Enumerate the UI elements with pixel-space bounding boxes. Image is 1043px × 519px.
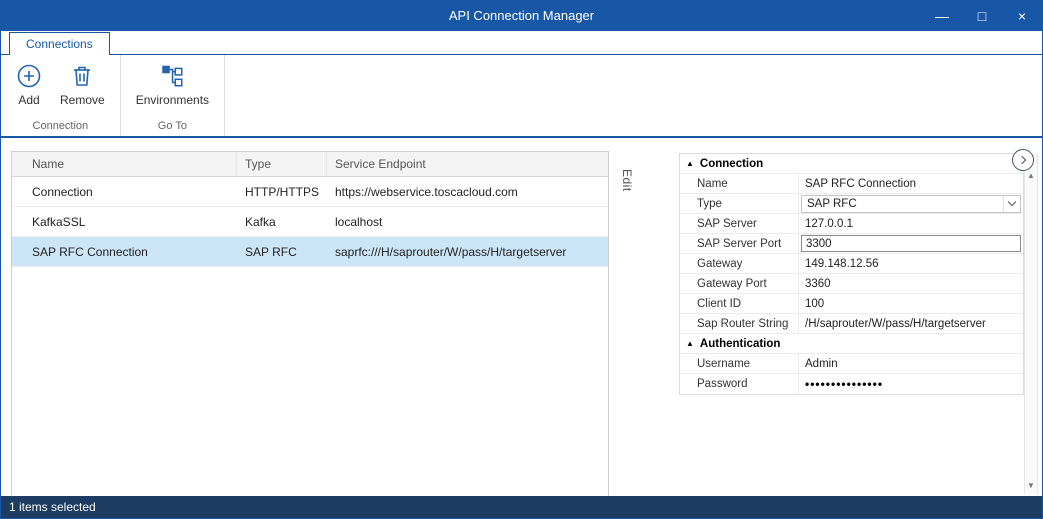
property-label: Client ID xyxy=(680,294,798,313)
cell-type: HTTP/HTTPS xyxy=(237,185,327,199)
property-label: Gateway Port xyxy=(680,274,798,293)
group-header-connection[interactable]: ▲ Connection xyxy=(680,154,1023,174)
title-bar: API Connection Manager — □ × xyxy=(1,1,1042,31)
property-value[interactable]: SAP RFC Connection xyxy=(798,174,1023,193)
property-row-sap-server-port: SAP Server Port xyxy=(680,234,1023,254)
table-row-selected[interactable]: SAP RFC Connection SAP RFC saprfc:///H/s… xyxy=(12,237,608,267)
group-label: Connection xyxy=(700,158,763,170)
environments-button-label: Environments xyxy=(136,93,209,107)
cell-endpoint: https://webservice.toscacloud.com xyxy=(327,185,608,199)
property-label: Type xyxy=(680,194,798,213)
ribbon: Add Remove Connection xyxy=(1,54,1042,138)
property-row-sap-server: SAP Server 127.0.0.1 xyxy=(680,214,1023,234)
type-dropdown[interactable]: SAP RFC xyxy=(801,195,1021,213)
property-value[interactable]: 3360 xyxy=(798,274,1023,293)
environments-button[interactable]: Environments xyxy=(127,58,218,109)
property-row-client-id: Client ID 100 xyxy=(680,294,1023,314)
property-value[interactable]: Admin xyxy=(798,354,1023,373)
property-value[interactable]: 149.148.12.56 xyxy=(798,254,1023,273)
property-label: Gateway xyxy=(680,254,798,273)
add-icon xyxy=(16,63,42,89)
ribbon-group-connection: Add Remove Connection xyxy=(1,55,121,136)
property-row-password: Password ••••••••••••••• xyxy=(680,374,1023,394)
ribbon-group-goto: Environments Go To xyxy=(121,55,225,136)
cell-endpoint: saprfc:///H/saprouter/W/pass/H/targetser… xyxy=(327,245,608,259)
status-text: 1 items selected xyxy=(9,500,96,514)
edit-tab[interactable]: Edit xyxy=(612,155,634,205)
property-row-gateway-port: Gateway Port 3360 xyxy=(680,274,1023,294)
column-header-type[interactable]: Type xyxy=(237,152,327,176)
ribbon-group-label-goto: Go To xyxy=(121,120,224,136)
property-value: SAP RFC xyxy=(798,194,1023,213)
trash-icon xyxy=(69,63,95,89)
property-label: SAP Server xyxy=(680,214,798,233)
tab-connections[interactable]: Connections xyxy=(9,32,110,55)
close-button[interactable]: × xyxy=(1014,8,1030,24)
property-value xyxy=(798,234,1023,253)
property-row-name: Name SAP RFC Connection xyxy=(680,174,1023,194)
table-row[interactable]: KafkaSSL Kafka localhost xyxy=(12,207,608,237)
property-row-type: Type SAP RFC xyxy=(680,194,1023,214)
api-connection-manager-window: API Connection Manager — □ × Connections… xyxy=(0,0,1043,519)
property-value[interactable]: 127.0.0.1 xyxy=(798,214,1023,233)
property-label: Password xyxy=(680,374,798,394)
scroll-up-icon[interactable]: ▲ xyxy=(1025,171,1037,180)
column-header-name[interactable]: Name xyxy=(12,152,237,176)
expand-panel-button[interactable] xyxy=(1012,149,1034,171)
cell-endpoint: localhost xyxy=(327,215,608,229)
table-header: Name Type Service Endpoint xyxy=(12,152,608,177)
maximize-button[interactable]: □ xyxy=(974,8,990,24)
add-button-label: Add xyxy=(18,93,39,107)
property-value[interactable]: /H/saprouter/W/pass/H/targetserver xyxy=(798,314,1023,333)
cell-name: Connection xyxy=(12,185,237,199)
property-row-gateway: Gateway 149.148.12.56 xyxy=(680,254,1023,274)
add-button[interactable]: Add xyxy=(7,58,51,109)
connections-table: Name Type Service Endpoint Connection HT… xyxy=(11,151,609,498)
cell-name: KafkaSSL xyxy=(12,215,237,229)
remove-button-label: Remove xyxy=(60,93,105,107)
property-label: Name xyxy=(680,174,798,193)
remove-button[interactable]: Remove xyxy=(51,58,114,109)
type-dropdown-value: SAP RFC xyxy=(807,198,857,210)
property-grid: ▲ Connection Name SAP RFC Connection Typ… xyxy=(679,153,1024,395)
group-header-authentication[interactable]: ▲ Authentication xyxy=(680,334,1023,354)
cell-name: SAP RFC Connection xyxy=(12,245,237,259)
chevron-right-icon xyxy=(1018,156,1026,164)
property-row-username: Username Admin xyxy=(680,354,1023,374)
property-label: Username xyxy=(680,354,798,373)
window-controls: — □ × xyxy=(934,1,1030,31)
cell-type: Kafka xyxy=(237,215,327,229)
environments-icon xyxy=(159,63,185,89)
table-row[interactable]: Connection HTTP/HTTPS https://webservice… xyxy=(12,177,608,207)
scroll-down-icon[interactable]: ▼ xyxy=(1025,481,1037,490)
chevron-down-icon[interactable] xyxy=(1003,196,1020,212)
sap-server-port-input[interactable] xyxy=(801,235,1021,252)
property-grid-scrollbar[interactable]: ▲ ▼ xyxy=(1024,153,1038,494)
password-value[interactable]: ••••••••••••••• xyxy=(798,374,1023,394)
minimize-button[interactable]: — xyxy=(934,8,950,24)
cell-type: SAP RFC xyxy=(237,245,327,259)
property-label: Sap Router String xyxy=(680,314,798,333)
group-expander-icon: ▲ xyxy=(686,340,694,348)
property-label: SAP Server Port xyxy=(680,234,798,253)
group-expander-icon: ▲ xyxy=(686,160,694,168)
group-label: Authentication xyxy=(700,338,781,350)
property-row-sap-router-string: Sap Router String /H/saprouter/W/pass/H/… xyxy=(680,314,1023,334)
property-value[interactable]: 100 xyxy=(798,294,1023,313)
ribbon-group-label-connection: Connection xyxy=(1,120,120,136)
window-title: API Connection Manager xyxy=(1,1,1042,31)
status-bar: 1 items selected xyxy=(1,496,1042,518)
column-header-endpoint[interactable]: Service Endpoint xyxy=(327,152,608,176)
